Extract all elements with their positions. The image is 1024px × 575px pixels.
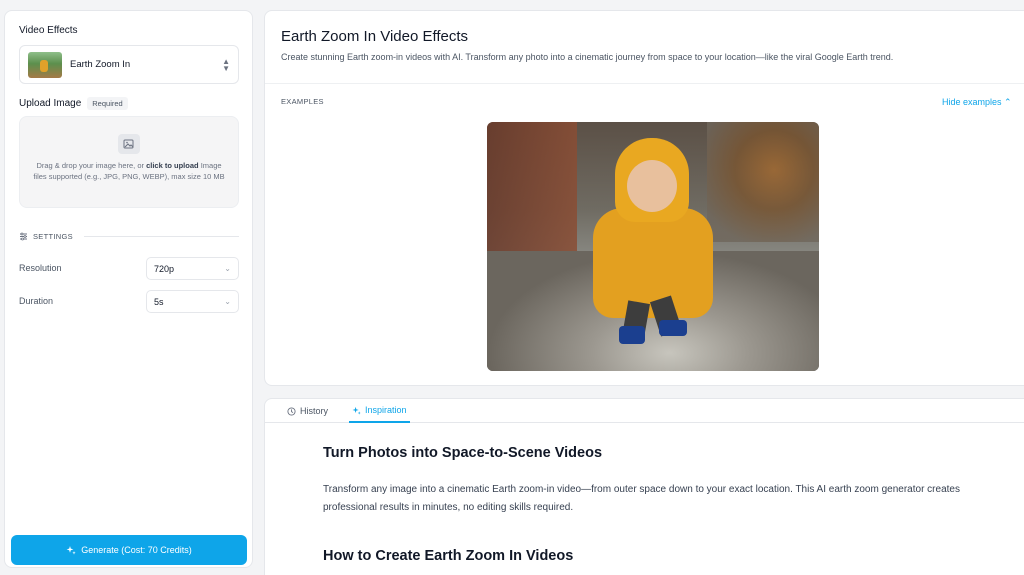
duration-value: 5s: [154, 296, 164, 307]
content-panel: History Inspiration Turn Photos into Spa…: [264, 398, 1024, 575]
resolution-label: Resolution: [19, 263, 62, 273]
effect-select[interactable]: Earth Zoom In ▲ ▼: [19, 45, 239, 84]
chevron-updown-icon: ▲ ▼: [222, 56, 230, 73]
effect-details-panel: Earth Zoom In Video Effects Create stunn…: [264, 10, 1024, 386]
click-to-upload-link[interactable]: click to upload: [146, 161, 199, 170]
settings-label: SETTINGS: [33, 232, 73, 241]
sparkles-icon: [66, 546, 76, 555]
effect-thumbnail: [28, 51, 62, 78]
tab-inspiration[interactable]: Inspiration: [349, 399, 410, 423]
section-heading: Turn Photos into Space-to-Scene Videos: [323, 445, 603, 461]
dropzone-text: Drag & drop your image here, or click to…: [33, 161, 225, 181]
duration-label: Duration: [19, 296, 54, 306]
chevron-up-icon: ⌃: [1004, 97, 1012, 107]
sliders-icon: [20, 232, 27, 241]
hide-examples-label: Hide examples: [942, 97, 1002, 107]
required-badge: Required: [87, 97, 128, 110]
duration-select[interactable]: 5s ⌄: [146, 290, 239, 313]
chevron-down-icon: ⌄: [224, 297, 231, 306]
settings-header: SETTINGS: [19, 232, 239, 241]
section-heading-2: How to Create Earth Zoom In Videos: [323, 548, 574, 564]
generate-button[interactable]: Generate (Cost: 70 Credits): [11, 535, 247, 565]
upload-dropzone[interactable]: Drag & drop your image here, or click to…: [19, 116, 239, 208]
examples-label: EXAMPLES: [281, 97, 324, 106]
chevron-down-icon: ⌄: [224, 264, 231, 273]
video-effects-label: Video Effects: [19, 25, 78, 36]
tab-bar: History Inspiration: [265, 399, 1024, 423]
clock-icon: [287, 406, 296, 416]
left-panel: Video Effects Earth Zoom In ▲ ▼ Upload Im…: [4, 10, 253, 568]
sparkles-icon: [352, 406, 361, 415]
image-upload-icon: [118, 134, 140, 154]
generate-button-label: Generate (Cost: 70 Credits): [81, 545, 192, 555]
section-paragraph: Transform any image into a cinematic Ear…: [323, 484, 960, 513]
tab-history[interactable]: History: [287, 399, 328, 423]
upload-image-label: Upload Image: [19, 98, 82, 109]
hide-examples-toggle[interactable]: Hide examples ⌃: [942, 97, 1012, 108]
divider: [265, 83, 1024, 84]
page-title: Earth Zoom In Video Effects: [281, 28, 469, 45]
resolution-value: 720p: [154, 263, 175, 274]
settings-divider: [83, 236, 239, 237]
tab-inspiration-label: Inspiration: [365, 405, 407, 415]
effect-name: Earth Zoom In: [70, 59, 131, 70]
upload-header: Upload Image Required: [19, 97, 128, 110]
page-description: Create stunning Earth zoom-in videos wit…: [281, 52, 894, 62]
tab-history-label: History: [300, 406, 329, 416]
example-image: [487, 122, 819, 371]
resolution-select[interactable]: 720p ⌄: [146, 257, 239, 280]
